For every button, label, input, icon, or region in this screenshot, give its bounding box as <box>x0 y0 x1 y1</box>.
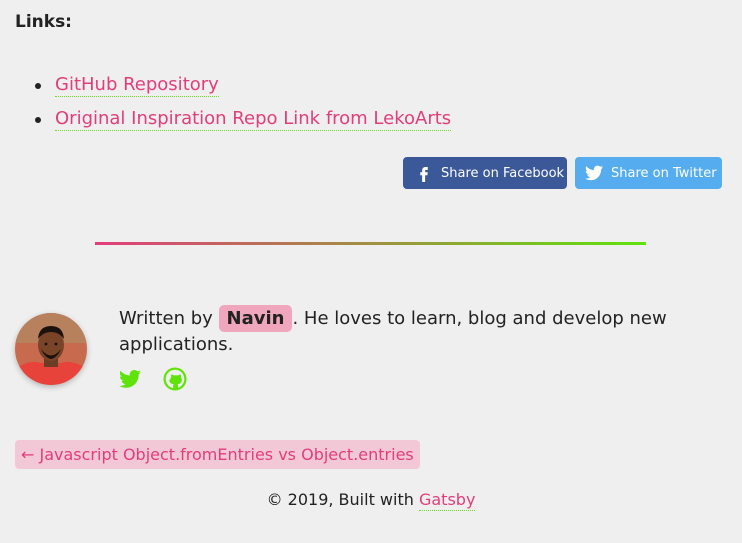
gradient-divider <box>95 242 646 245</box>
author-avatar <box>15 313 87 385</box>
share-facebook-button[interactable]: Share on Facebook <box>403 157 567 189</box>
list-item: Original Inspiration Repo Link from Leko… <box>35 104 452 138</box>
share-twitter-button[interactable]: Share on Twitter <box>575 157 722 189</box>
bullet-icon <box>35 117 41 123</box>
author-bio: Written by Navin. He loves to learn, blo… <box>119 305 719 357</box>
footer-text: © 2019, Built with <box>266 490 414 509</box>
share-facebook-label: Share on Facebook <box>441 165 565 181</box>
author-name[interactable]: Navin <box>218 305 293 332</box>
github-repository-link[interactable]: GitHub Repository <box>55 74 219 97</box>
previous-post-link[interactable]: ← Javascript Object.fromEntries vs Objec… <box>15 440 420 469</box>
inspiration-repo-link[interactable]: Original Inspiration Repo Link from Leko… <box>55 108 452 131</box>
bullet-icon <box>35 83 41 89</box>
share-twitter-label: Share on Twitter <box>611 165 717 181</box>
github-icon[interactable] <box>163 367 187 391</box>
links-list: GitHub Repository Original Inspiration R… <box>35 70 452 138</box>
facebook-icon <box>420 167 428 182</box>
twitter-icon <box>585 165 603 181</box>
twitter-icon[interactable] <box>118 367 142 391</box>
links-heading: Links: <box>15 12 72 32</box>
gatsby-link[interactable]: Gatsby <box>418 490 476 511</box>
footer: © 2019, Built with Gatsby <box>0 488 742 512</box>
author-prefix: Written by <box>119 308 213 329</box>
list-item: GitHub Repository <box>35 70 451 104</box>
